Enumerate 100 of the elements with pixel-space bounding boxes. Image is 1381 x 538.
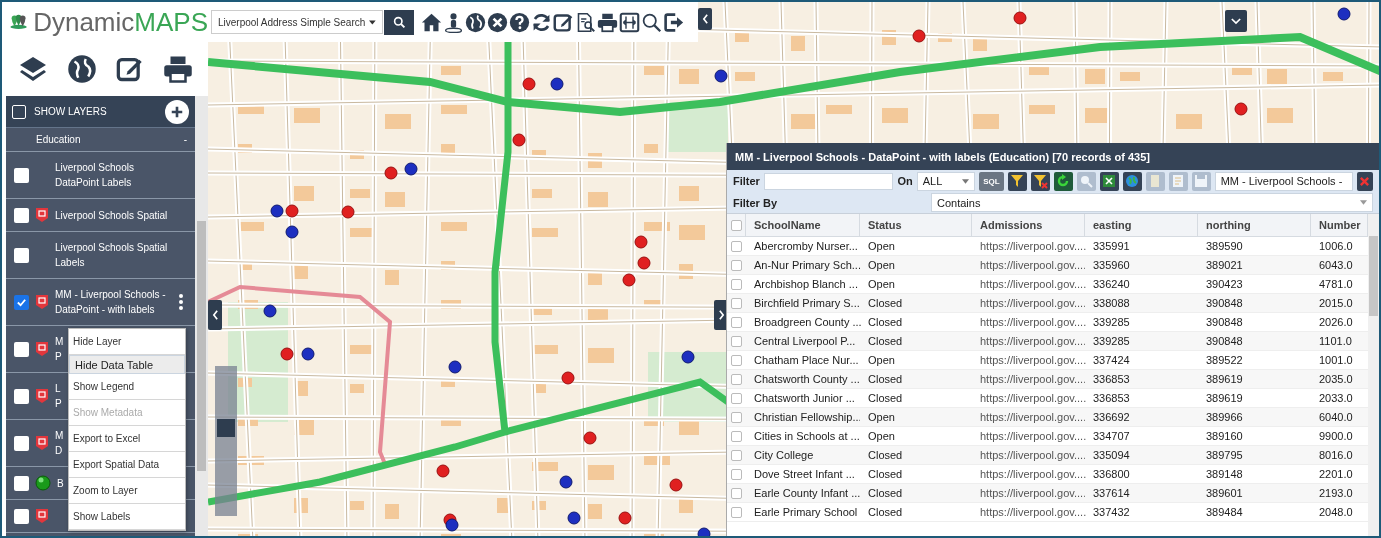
close-circle-icon[interactable] — [487, 11, 508, 33]
map-marker[interactable] — [714, 69, 728, 83]
column-header[interactable]: Status — [860, 214, 972, 237]
zoom-slider-thumb[interactable] — [217, 418, 235, 437]
edit-icon[interactable] — [115, 55, 144, 83]
row-checkbox[interactable] — [731, 240, 742, 252]
layer-checkbox[interactable] — [14, 508, 29, 524]
globe-button[interactable] — [1122, 171, 1142, 191]
map-marker[interactable] — [912, 29, 926, 43]
menu-item[interactable]: Show Legend — [69, 374, 185, 400]
menu-item[interactable]: Hide Data Table — [69, 355, 185, 374]
map-marker[interactable] — [697, 527, 711, 536]
globe-icon[interactable] — [66, 54, 97, 84]
fit-width-icon[interactable] — [619, 11, 640, 33]
more-options-icon[interactable] — [177, 294, 184, 310]
layer-checkbox[interactable] — [14, 475, 29, 491]
map-marker[interactable] — [550, 77, 564, 91]
previous-panel-button[interactable] — [208, 300, 222, 330]
spreadsheet-button[interactable] — [1099, 171, 1119, 191]
refresh-icon[interactable] — [531, 11, 552, 33]
layer-checkbox[interactable] — [14, 294, 29, 310]
map-marker[interactable] — [637, 256, 651, 270]
scrollbar-thumb[interactable] — [1369, 236, 1378, 316]
row-checkbox[interactable] — [731, 487, 742, 499]
filter-mode-select[interactable]: Contains — [931, 193, 1373, 212]
collapse-toggle[interactable]: - — [183, 134, 187, 145]
zoom-slider[interactable] — [215, 366, 237, 516]
map-marker[interactable] — [583, 431, 597, 445]
map-marker[interactable] — [404, 162, 418, 176]
scrollbar-thumb[interactable] — [197, 221, 206, 471]
column-header[interactable]: Number — [1311, 214, 1368, 237]
map-marker[interactable] — [622, 273, 636, 287]
person-pin-icon[interactable] — [443, 11, 464, 33]
close-button[interactable] — [1356, 171, 1373, 191]
map-marker[interactable] — [341, 205, 355, 219]
select-all-checkbox[interactable] — [731, 219, 742, 231]
layer-checkbox[interactable] — [14, 207, 29, 223]
map-marker[interactable] — [561, 371, 575, 385]
menu-item[interactable]: Export Spatial Data — [69, 452, 185, 478]
map-marker[interactable] — [436, 464, 450, 478]
map-marker[interactable] — [263, 304, 277, 318]
map-marker[interactable] — [512, 133, 526, 147]
printer-icon[interactable] — [597, 11, 618, 33]
menu-item[interactable]: Export to Excel — [69, 426, 185, 452]
column-header[interactable]: easting — [1085, 214, 1198, 237]
row-checkbox[interactable] — [731, 259, 742, 271]
filter-input[interactable] — [763, 172, 894, 190]
map-marker[interactable] — [1013, 11, 1027, 25]
layer-checkbox[interactable] — [14, 167, 29, 183]
search-button[interactable] — [384, 9, 414, 35]
document-search-icon[interactable] — [575, 11, 596, 33]
map-marker[interactable] — [384, 166, 398, 180]
add-layer-button[interactable] — [165, 99, 189, 124]
map-marker[interactable] — [280, 347, 294, 361]
filter-button[interactable] — [1007, 171, 1027, 191]
row-checkbox[interactable] — [731, 373, 742, 385]
row-checkbox[interactable] — [731, 506, 742, 518]
map-marker[interactable] — [559, 475, 573, 489]
map-marker[interactable] — [285, 204, 299, 218]
logout-icon[interactable] — [663, 11, 684, 33]
clear-filter-button[interactable] — [1030, 171, 1050, 191]
map-marker[interactable] — [445, 518, 459, 532]
menu-item[interactable]: Show Labels — [69, 504, 185, 530]
map-marker[interactable] — [301, 347, 315, 361]
map-marker[interactable] — [285, 225, 299, 239]
field-select[interactable]: ALL — [916, 171, 976, 191]
map-marker[interactable] — [618, 511, 632, 525]
map-marker[interactable] — [1337, 7, 1351, 21]
layer-checkbox[interactable] — [14, 341, 29, 357]
row-checkbox[interactable] — [731, 278, 742, 290]
refresh-button[interactable] — [1053, 171, 1073, 191]
row-checkbox[interactable] — [731, 449, 742, 461]
row-checkbox[interactable] — [731, 411, 742, 423]
layer-select[interactable]: MM - Liverpool Schools - — [1214, 171, 1353, 191]
magnifier-icon[interactable] — [641, 11, 662, 33]
edit-icon[interactable] — [553, 11, 574, 33]
layer-checkbox[interactable] — [14, 388, 29, 404]
map-marker[interactable] — [669, 478, 683, 492]
expand-button[interactable] — [1225, 10, 1247, 32]
map-marker[interactable] — [634, 235, 648, 249]
map-marker[interactable] — [270, 204, 284, 218]
column-header[interactable]: northing — [1198, 214, 1311, 237]
help-icon[interactable] — [509, 11, 530, 33]
row-checkbox[interactable] — [731, 392, 742, 404]
column-header[interactable]: SchoolName — [746, 214, 860, 237]
layer-checkbox[interactable] — [14, 247, 29, 263]
search-select[interactable]: Liverpool Address Simple Search — [211, 10, 383, 34]
printer-icon[interactable] — [162, 54, 193, 84]
row-checkbox[interactable] — [731, 316, 742, 328]
show-layers-checkbox[interactable] — [12, 104, 26, 119]
column-header[interactable]: Admissions — [972, 214, 1085, 237]
menu-item[interactable]: Zoom to Layer — [69, 478, 185, 504]
map-marker[interactable] — [448, 360, 462, 374]
row-checkbox[interactable] — [731, 297, 742, 309]
collapse-sidebar-button[interactable] — [698, 8, 712, 30]
map-marker[interactable] — [681, 350, 695, 364]
row-checkbox[interactable] — [731, 335, 742, 347]
row-checkbox[interactable] — [731, 354, 742, 366]
row-checkbox[interactable] — [731, 468, 742, 480]
home-icon[interactable] — [421, 11, 442, 33]
